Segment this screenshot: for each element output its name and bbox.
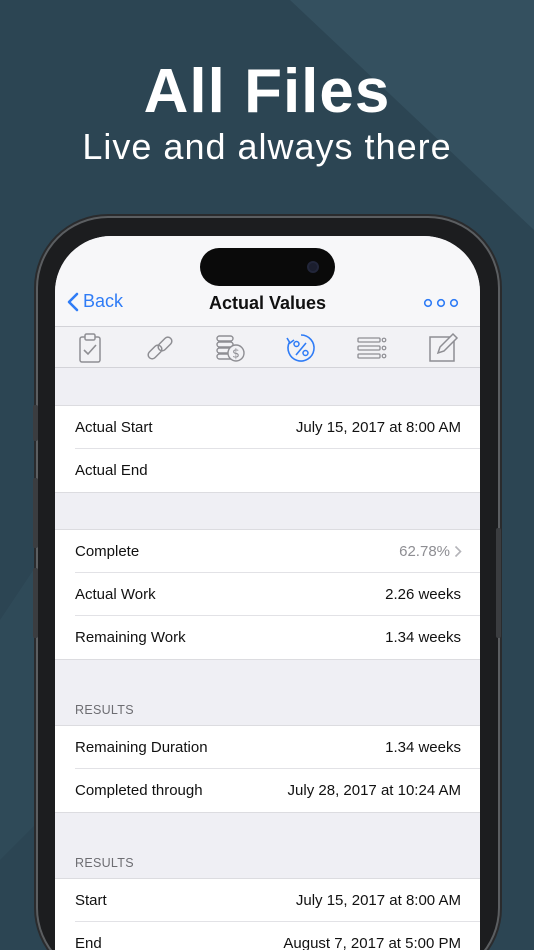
ellipsis-icon[interactable] bbox=[423, 296, 459, 310]
row-label: Remaining Duration bbox=[75, 739, 208, 756]
start-row[interactable]: Start July 15, 2017 at 8:00 AM bbox=[75, 879, 480, 922]
row-label: End bbox=[75, 935, 102, 950]
end-row[interactable]: End August 7, 2017 at 5:00 PM bbox=[75, 922, 480, 950]
completed-through-row[interactable]: Completed through July 28, 2017 at 10:24… bbox=[75, 769, 480, 812]
row-label: Actual Start bbox=[75, 419, 153, 436]
row-value: July 15, 2017 at 8:00 AM bbox=[295, 892, 461, 909]
dates-group: Actual Start July 15, 2017 at 8:00 AM Ac… bbox=[55, 405, 480, 493]
phone-volume-up-button bbox=[33, 478, 38, 548]
results-group: Remaining Duration 1.34 weeks Completed … bbox=[55, 725, 480, 813]
row-value: July 28, 2017 at 10:24 AM bbox=[287, 782, 461, 799]
section-toolbar: $ bbox=[55, 326, 480, 368]
row-value: 1.34 weeks bbox=[385, 629, 461, 646]
actual-end-row[interactable]: Actual End bbox=[75, 449, 480, 492]
percent-progress-icon[interactable] bbox=[284, 331, 318, 365]
remaining-work-row[interactable]: Remaining Work 1.34 weeks bbox=[75, 616, 480, 659]
svg-text:$: $ bbox=[232, 347, 240, 361]
results-section-header: RESULTS bbox=[75, 856, 134, 870]
phone-action-button bbox=[33, 405, 38, 441]
row-label: Complete bbox=[75, 543, 140, 560]
row-label: Actual End bbox=[75, 462, 148, 479]
remaining-duration-row[interactable]: Remaining Duration 1.34 weeks bbox=[75, 726, 480, 769]
page-title: Actual Values bbox=[208, 293, 327, 313]
phone-power-button bbox=[496, 528, 501, 638]
work-group: Complete 62.78% Actual Work 2.26 weeks R… bbox=[55, 529, 480, 660]
row-value: 2.26 weeks bbox=[385, 586, 461, 603]
row-value: 1.34 weeks bbox=[385, 739, 461, 756]
list-icon[interactable] bbox=[355, 331, 389, 365]
row-label: Start bbox=[75, 892, 107, 909]
actual-work-row[interactable]: Actual Work 2.26 weeks bbox=[75, 573, 480, 616]
actual-start-row[interactable]: Actual Start July 15, 2017 at 8:00 AM bbox=[75, 406, 480, 449]
results-section-header: RESULTS bbox=[75, 703, 134, 717]
coins-dollar-icon[interactable]: $ bbox=[213, 331, 247, 365]
app-screen: Back Actual Values $ Actual Start July 1… bbox=[55, 236, 480, 950]
chevron-right-icon bbox=[454, 545, 462, 558]
front-camera bbox=[307, 261, 319, 273]
clipboard-check-icon[interactable] bbox=[73, 331, 107, 365]
link-icon[interactable] bbox=[143, 331, 177, 365]
phone-volume-down-button bbox=[33, 568, 38, 638]
row-label: Completed through bbox=[75, 782, 203, 799]
promo-subline: Live and always there bbox=[82, 126, 452, 167]
row-value: July 15, 2017 at 8:00 AM bbox=[295, 419, 461, 436]
complete-value: 62.78% bbox=[399, 543, 450, 560]
row-label: Actual Work bbox=[75, 586, 156, 603]
promo-headline: All Files bbox=[143, 57, 391, 126]
row-label: Remaining Work bbox=[75, 629, 186, 646]
row-value: August 7, 2017 at 5:00 PM bbox=[283, 935, 461, 950]
complete-row[interactable]: Complete 62.78% bbox=[75, 530, 480, 573]
schedule-results-group: Start July 15, 2017 at 8:00 AM End Augus… bbox=[55, 878, 480, 950]
edit-icon[interactable] bbox=[426, 331, 460, 365]
